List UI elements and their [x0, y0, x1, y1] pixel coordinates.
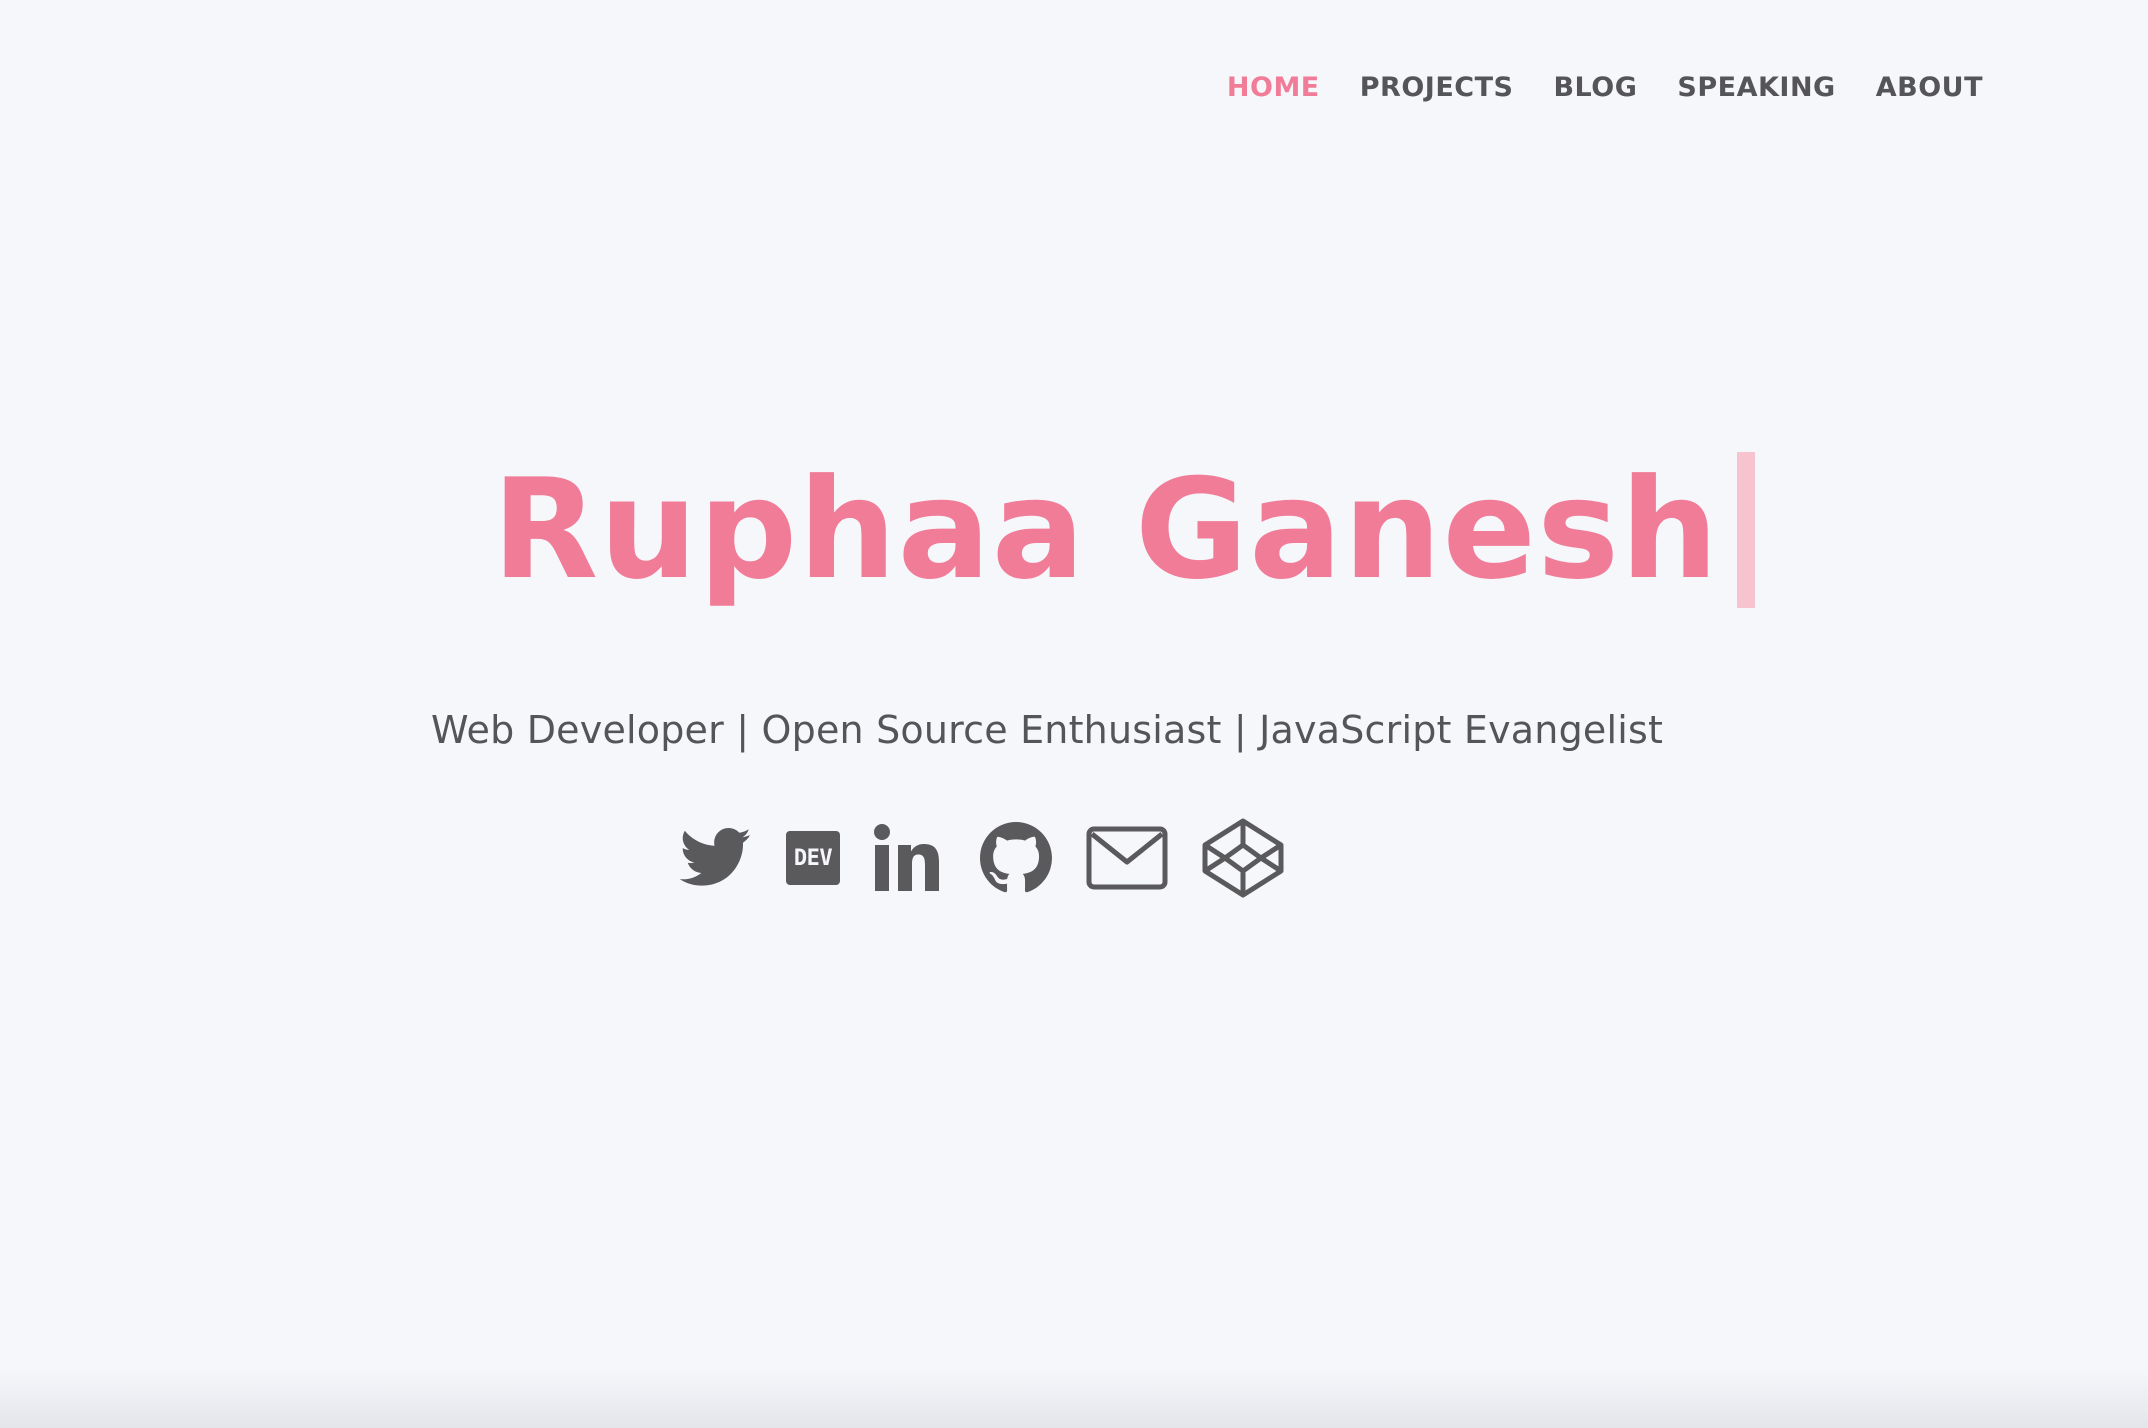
hero-name: Ruphaa Ganesh — [492, 449, 1720, 610]
nav-home[interactable]: HOME — [1227, 72, 1320, 103]
nav-blog[interactable]: BLOG — [1553, 72, 1637, 103]
dev-icon: DEV — [786, 831, 840, 885]
hero-title: Ruphaa Ganesh — [492, 440, 1756, 620]
linkedin-icon — [874, 824, 939, 891]
dev-link[interactable]: DEV — [786, 831, 840, 885]
github-icon — [980, 822, 1052, 893]
twitter-link[interactable] — [680, 827, 752, 889]
codepen-icon — [1202, 818, 1284, 898]
hero-tagline: Web Developer | Open Source Enthusiast |… — [431, 708, 1664, 752]
main-nav: HOME PROJECTS BLOG SPEAKING ABOUT — [1227, 72, 1983, 103]
codepen-link[interactable] — [1202, 818, 1284, 898]
bottom-shade — [0, 1368, 2148, 1428]
mail-icon — [1086, 826, 1168, 890]
linkedin-link[interactable] — [874, 823, 946, 893]
nav-about[interactable]: ABOUT — [1876, 72, 1983, 103]
social-links: DEV — [680, 818, 1284, 898]
nav-projects[interactable]: PROJECTS — [1360, 72, 1514, 103]
typing-caret — [1737, 452, 1756, 608]
twitter-icon — [680, 828, 751, 886]
nav-speaking[interactable]: SPEAKING — [1677, 72, 1835, 103]
github-link[interactable] — [980, 822, 1052, 894]
mail-link[interactable] — [1086, 826, 1168, 890]
